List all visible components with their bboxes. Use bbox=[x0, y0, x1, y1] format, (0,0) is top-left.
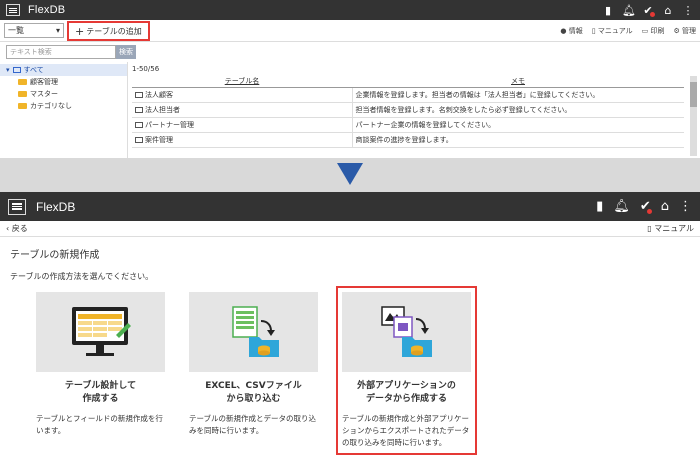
manual-link[interactable]: ▯ マニュアル bbox=[647, 223, 694, 234]
database-icon bbox=[12, 67, 21, 73]
scrollbar[interactable] bbox=[690, 76, 697, 156]
manual-tool[interactable]: ▯ マニュアル bbox=[592, 26, 633, 36]
create-by-design-card[interactable]: テーブル設計して 作成する テーブルとフィールドの新規作成を行います。 bbox=[36, 292, 165, 449]
card-description: テーブルとフィールドの新規作成を行います。 bbox=[36, 414, 163, 435]
page-title: テーブルの新規作成 bbox=[10, 250, 100, 261]
check-icon[interactable]: ✔ bbox=[640, 199, 652, 214]
table-icon bbox=[135, 121, 143, 128]
info-tool[interactable]: ● 情報 bbox=[560, 26, 582, 36]
card-description: テーブルの新規作成と外部アプリケーションからエクスポートされたデータの取り込みを… bbox=[342, 414, 470, 447]
more-vertical-icon[interactable]: ⋮ bbox=[682, 4, 694, 17]
external-app-import-icon bbox=[342, 292, 471, 372]
app-header: FlexDB ▮ 🔔︎ ✔ ⌂ ⋮ bbox=[0, 0, 700, 20]
chevron-down-icon: ▾ bbox=[6, 66, 10, 74]
bell-icon[interactable]: 🔔︎ bbox=[622, 4, 636, 17]
chevron-left-icon: ‹ bbox=[6, 224, 10, 233]
table-row[interactable]: 案件管理 商談案件の進捗を登録します。 bbox=[132, 132, 684, 148]
card-description: テーブルの新規作成とデータの取り込みを同時に行います。 bbox=[189, 414, 317, 435]
table-icon bbox=[135, 136, 143, 143]
home-icon[interactable]: ⌂ bbox=[662, 4, 674, 17]
print-tool[interactable]: ▭ 印刷 bbox=[642, 26, 665, 36]
tree-item[interactable]: 顧客管理 bbox=[0, 76, 127, 88]
more-vertical-icon[interactable]: ⋮ bbox=[679, 199, 692, 214]
arrow-down-icon bbox=[337, 163, 363, 185]
check-icon[interactable]: ✔ bbox=[642, 4, 655, 17]
table-row[interactable]: 法人顧客 企業情報を登録します。担当者の情報は「法人担当者」に登録してください。 bbox=[132, 87, 684, 103]
chevron-down-icon: ▾ bbox=[55, 26, 60, 35]
instruction-text: テーブルの作成方法を選んでください。 bbox=[10, 272, 154, 281]
admin-tool[interactable]: ⚙ 管理 bbox=[673, 26, 696, 36]
card-title: テーブル設計して 作成する bbox=[64, 381, 137, 404]
folder-icon bbox=[18, 91, 27, 97]
hamburger-menu-icon[interactable] bbox=[6, 4, 20, 16]
hamburger-menu-icon[interactable] bbox=[8, 198, 26, 215]
table-icon bbox=[135, 106, 143, 113]
column-header-table-name[interactable]: テーブル名 bbox=[132, 76, 352, 88]
screenshot-table-list: FlexDB ▮ 🔔︎ ✔ ⌂ ⋮ 一覧 ▾ + テーブルの追加 ● 情報 ▯ … bbox=[0, 0, 700, 158]
category-tree: ▾ すべて 顧客管理 マスター カテゴリなし bbox=[0, 62, 128, 158]
tree-item-all[interactable]: ▾ すべて bbox=[0, 64, 127, 76]
table-list: 1-50/56 テーブル名 メモ 法人顧客 企業情報を登録します。担当者の情報は… bbox=[128, 62, 700, 158]
import-external-app-card[interactable]: 外部アプリケーションの データから作成する テーブルの新規作成と外部アプリケーショ… bbox=[336, 286, 477, 455]
record-count: 1-50/56 bbox=[132, 65, 160, 73]
search-input[interactable]: テキスト検索 bbox=[6, 45, 116, 59]
card-title: 外部アプリケーションの データから作成する bbox=[357, 381, 456, 404]
bookmark-icon[interactable]: ▮ bbox=[596, 199, 603, 214]
table-row[interactable]: 法人担当者 担当者情報を登録します。名刺交換をしたら必ず登録してください。 bbox=[132, 102, 684, 118]
toolbar: 一覧 ▾ + テーブルの追加 ● 情報 ▯ マニュアル ▭ 印刷 ⚙ 管理 bbox=[0, 20, 700, 42]
spreadsheet-import-icon bbox=[189, 292, 318, 372]
column-header-memo: メモ bbox=[352, 76, 684, 88]
home-icon[interactable]: ⌂ bbox=[661, 199, 669, 214]
card-title: EXCEL、CSVファイル から取り込む bbox=[205, 381, 302, 404]
tree-item[interactable]: カテゴリなし bbox=[0, 100, 127, 112]
app-header: FlexDB ▮ 🔔︎ ✔ ⌂ ⋮ bbox=[0, 192, 700, 221]
monitor-table-icon bbox=[36, 292, 165, 372]
back-button[interactable]: ‹ 戻る bbox=[6, 223, 28, 234]
table-icon bbox=[135, 91, 143, 98]
view-select[interactable]: 一覧 ▾ bbox=[4, 23, 64, 38]
plus-icon: + bbox=[75, 24, 85, 38]
screenshot-new-table: FlexDB ▮ 🔔︎ ✔ ⌂ ⋮ ‹ 戻る ▯ マニュアル テーブルの新規作成… bbox=[0, 192, 700, 465]
book-icon: ▯ bbox=[647, 224, 652, 233]
tree-item[interactable]: マスター bbox=[0, 88, 127, 100]
app-title: FlexDB bbox=[28, 4, 66, 16]
folder-icon bbox=[18, 79, 27, 85]
app-title: FlexDB bbox=[36, 199, 76, 214]
folder-icon bbox=[18, 103, 27, 109]
import-excel-csv-card[interactable]: EXCEL、CSVファイル から取り込む テーブルの新規作成とデータの取り込みを同… bbox=[189, 292, 318, 449]
bookmark-icon[interactable]: ▮ bbox=[602, 4, 614, 17]
search-button[interactable]: 検索 bbox=[116, 45, 136, 59]
bell-icon[interactable]: 🔔︎ bbox=[613, 199, 630, 214]
table-row[interactable]: パートナー管理 パートナー企業の情報を登録してください。 bbox=[132, 117, 684, 133]
add-table-button[interactable]: + テーブルの追加 bbox=[67, 21, 150, 41]
